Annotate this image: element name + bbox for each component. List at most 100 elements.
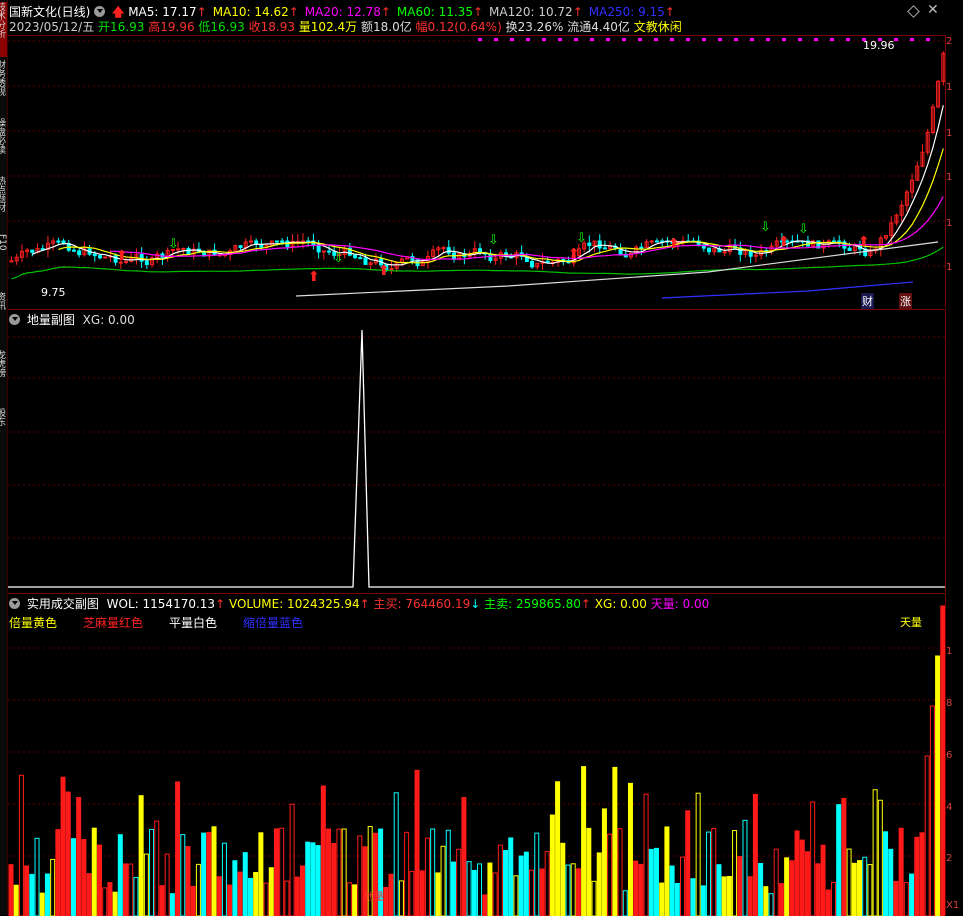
volume-bar	[586, 827, 592, 916]
volume-bar	[180, 834, 186, 916]
volume-bar	[700, 885, 706, 916]
main-info: 2023/05/12/五 开16.93 高19.96 低16.93 收18.93…	[9, 18, 682, 35]
main-chart-panel[interactable]: ⬆ ⬆ ⬆ ⬆ ⬆ ⬆ ⬆ ⇩ ⇩ ⇩ ⇩ ⇩ ⇩	[8, 35, 945, 308]
volume-bar	[477, 863, 483, 916]
side-tab-7[interactable]: 股东	[0, 408, 7, 463]
diamond-icon[interactable]	[907, 5, 920, 18]
volume-bar	[555, 781, 561, 916]
signal-dot	[766, 38, 770, 41]
volume-bar	[648, 848, 654, 916]
volume-bar	[346, 882, 352, 916]
volume-bar	[570, 863, 576, 916]
volume-bar	[305, 841, 311, 916]
volume-bar	[294, 876, 300, 916]
volume-bar	[169, 893, 175, 916]
volume-bar	[836, 804, 842, 916]
volume-bar	[830, 881, 836, 916]
volume-bar	[232, 860, 238, 916]
volume-bar	[518, 855, 524, 916]
volume-bar	[601, 808, 607, 916]
volume-bar	[685, 810, 691, 916]
signal-dot	[814, 38, 818, 41]
volume-bar	[549, 814, 555, 916]
volume-bar	[13, 884, 19, 916]
menu-dropdown-icon[interactable]	[94, 6, 106, 17]
info-low: 低16.93	[198, 20, 245, 34]
tianliang-tag: 天量	[900, 616, 922, 629]
main-axis-label: 2	[946, 36, 953, 47]
volume-bar	[674, 882, 680, 916]
candle-body	[97, 255, 102, 259]
main-axis-label: 1	[946, 82, 953, 93]
info-volume: 量102.4万	[298, 20, 358, 34]
volume-bar	[903, 882, 909, 916]
volume-bar	[289, 803, 295, 916]
volume-bar	[695, 792, 701, 916]
volume-bar	[336, 828, 342, 916]
side-tab-5[interactable]: 资讯	[0, 292, 7, 347]
volume-bar	[70, 838, 76, 916]
volume-bar	[117, 834, 123, 916]
sub1-panel[interactable]	[8, 309, 945, 593]
volume-bar	[898, 827, 904, 916]
stock-title[interactable]: 国新文化(日线)	[9, 5, 90, 19]
volume-bar	[393, 792, 399, 916]
side-tab-2[interactable]: 操盘必读	[0, 118, 7, 173]
volume-bar	[310, 842, 316, 916]
volume-bar	[815, 863, 821, 916]
volume-bar	[747, 876, 753, 916]
candle-body	[649, 240, 654, 243]
ma-label-1: MA10: 14.62	[212, 5, 289, 19]
side-tab-6[interactable]: 龙虎榜	[0, 350, 7, 405]
volume-bar	[612, 766, 618, 916]
volume-bar	[81, 839, 87, 916]
volume-chart[interactable]	[8, 594, 945, 916]
cai-tag[interactable]: 财	[861, 293, 874, 309]
sub2-axis-label: 8	[946, 698, 953, 709]
volume-bar	[529, 869, 535, 916]
side-tab-3[interactable]: 热点题材	[0, 176, 7, 231]
volume-bar	[201, 832, 207, 916]
volume-bar	[253, 872, 259, 916]
sub2-panel[interactable]	[8, 593, 945, 916]
volume-bar	[362, 846, 368, 916]
zhang-tag[interactable]: 涨	[899, 293, 912, 309]
volume-bar	[768, 893, 774, 916]
volume-bar	[466, 861, 472, 916]
volume-bar	[143, 853, 149, 916]
buy-arrow-icon: ⬆	[668, 236, 680, 252]
volume-bar	[86, 873, 92, 916]
volume-bar	[34, 837, 40, 916]
volume-bar	[935, 655, 941, 916]
candle-body	[837, 240, 842, 243]
volume-bar	[414, 769, 420, 916]
volume-bar	[810, 801, 816, 916]
volume-bar	[133, 876, 139, 916]
buy-arrow-icon: ⬆	[116, 248, 128, 264]
volume-bar	[929, 705, 935, 916]
volume-bar	[195, 863, 201, 916]
up-arrow-icon: ↑	[472, 5, 484, 19]
volume-bar	[560, 842, 566, 916]
volume-bar	[60, 776, 66, 916]
side-tab-4[interactable]: F10	[0, 234, 7, 289]
dilian-chart[interactable]	[8, 310, 945, 593]
volume-bar	[227, 884, 233, 916]
signal-dot	[926, 38, 930, 41]
candle-body	[248, 240, 253, 243]
volume-bar	[794, 830, 800, 916]
side-tab-0[interactable]: 技术分析	[0, 2, 7, 57]
up-arrow-icon: ↑	[196, 5, 207, 19]
volume-bar	[159, 885, 165, 916]
sell-arrow-icon: ⇩	[168, 237, 179, 252]
volume-bar	[435, 872, 441, 916]
side-tab-1[interactable]: 财务透视	[0, 60, 7, 115]
candle-body	[144, 260, 149, 266]
volume-bar	[909, 873, 915, 916]
signal-dot	[590, 38, 594, 41]
candlestick-chart[interactable]: ⬆⬆ ⬆⬆⬆ ⬆ ⬆⇩⇩⇩ ⇩⇩ ⇩	[8, 36, 945, 308]
candle-body	[327, 250, 332, 253]
close-icon[interactable]: ✕	[927, 2, 939, 18]
signal-dot	[734, 38, 738, 41]
volume-bar	[716, 864, 722, 916]
